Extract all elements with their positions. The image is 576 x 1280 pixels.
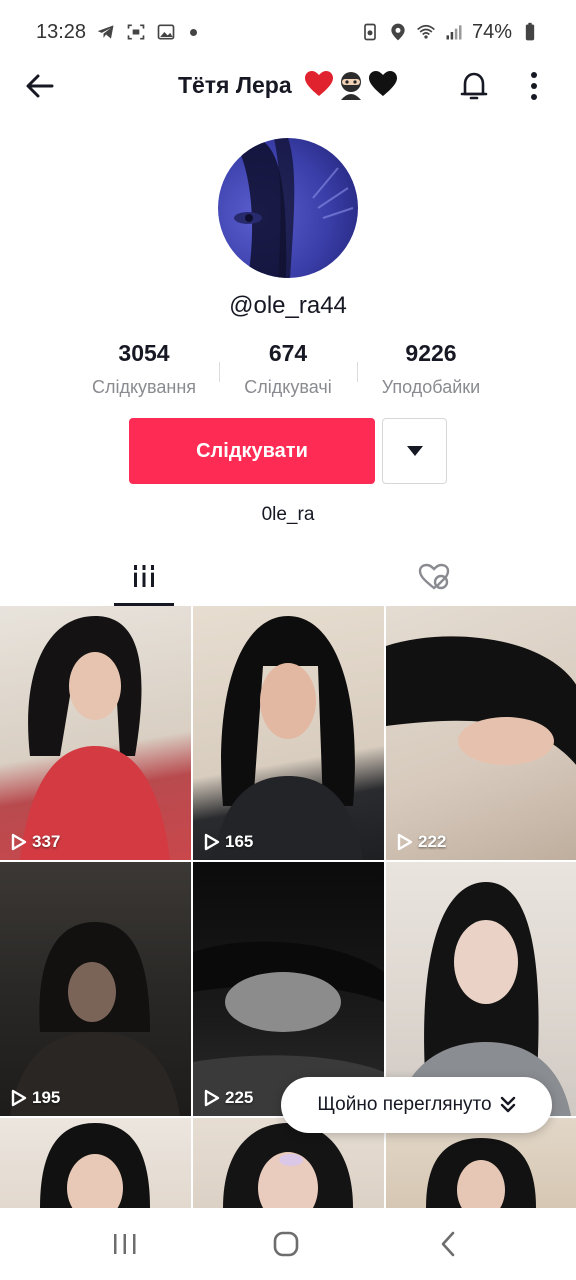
video-thumbnail-image	[20, 616, 170, 860]
gallery-icon	[157, 24, 175, 40]
play-outline-icon	[204, 1089, 220, 1107]
video-thumbnail-image	[386, 636, 576, 765]
more-options-button[interactable]	[520, 68, 548, 104]
notifications-button[interactable]	[456, 68, 492, 104]
stat-likes[interactable]: 9226 Уподобайки	[368, 340, 494, 398]
more-vertical-icon	[531, 72, 537, 100]
battery-saver-icon	[364, 23, 376, 41]
avatar-image	[234, 138, 354, 278]
play-outline-icon	[11, 1089, 27, 1107]
stat-divider	[357, 362, 358, 382]
following-count: 3054	[118, 340, 170, 366]
bell-icon	[460, 72, 488, 100]
status-time: 13:28	[36, 20, 87, 43]
status-bar: 13:28 74%	[0, 0, 576, 64]
view-count-text: 337	[32, 832, 61, 851]
video-thumbnail[interactable]: 165	[193, 606, 384, 860]
view-count: 165	[203, 832, 253, 852]
view-count-text: 222	[418, 832, 447, 851]
location-icon	[391, 23, 405, 41]
bio: 0le_ra	[261, 504, 315, 525]
home-icon	[273, 1231, 299, 1257]
system-back-button[interactable]	[428, 1228, 468, 1260]
video-thumbnail-image	[40, 1123, 150, 1208]
avatar[interactable]	[218, 138, 358, 278]
home-button[interactable]	[266, 1228, 306, 1260]
view-count: 337	[10, 832, 60, 852]
play-outline-icon	[11, 833, 27, 851]
wifi-icon	[417, 24, 435, 39]
tab-liked-videos[interactable]	[404, 548, 464, 606]
view-count: 222	[396, 832, 446, 852]
recent-apps-icon	[114, 1234, 136, 1254]
ninja-icon	[341, 72, 362, 100]
just-watched-button[interactable]: Щойно переглянуто	[281, 1077, 552, 1133]
hidden-heart-icon	[418, 563, 450, 590]
video-thumbnail[interactable]: 222	[386, 606, 576, 860]
notification-dot-icon	[190, 28, 198, 36]
video-thumbnail[interactable]: 337	[0, 606, 191, 860]
likes-count: 9226	[405, 340, 457, 366]
battery-percent: 74%	[471, 20, 512, 43]
view-count-text: 195	[32, 1088, 61, 1107]
just-watched-label: Щойно переглянуто	[317, 1094, 492, 1115]
video-thumbnail[interactable]: 195	[0, 862, 191, 1116]
likes-label: Уподобайки	[381, 377, 481, 397]
caret-down-icon	[406, 446, 423, 456]
system-navigation-bar	[0, 1208, 576, 1280]
red-heart-icon	[305, 71, 334, 96]
followers-label: Слідкувачі	[244, 377, 332, 397]
recent-apps-button[interactable]	[105, 1228, 145, 1260]
follow-button[interactable]: Слідкувати	[129, 418, 375, 484]
stat-following[interactable]: 3054 Слідкування	[80, 340, 208, 398]
view-count: 195	[10, 1088, 60, 1108]
telegram-icon	[97, 25, 114, 39]
followers-count: 674	[268, 340, 308, 366]
view-count: 225	[203, 1088, 253, 1108]
top-nav: Тётя Лера	[0, 64, 576, 108]
grid-lines-icon	[131, 564, 157, 587]
view-count-text: 225	[225, 1088, 254, 1107]
following-label: Слідкування	[91, 377, 197, 397]
username: @ole_ra44	[229, 292, 347, 319]
profile-stats: 3054 Слідкування 674 Слідкувачі 9226 Упо…	[0, 340, 576, 402]
suggested-accounts-button[interactable]	[382, 418, 447, 484]
view-count-text: 165	[225, 832, 254, 851]
stat-followers[interactable]: 674 Слідкувачі	[232, 340, 344, 398]
signal-icon	[446, 25, 462, 40]
play-outline-icon	[397, 833, 413, 851]
black-heart-icon	[369, 71, 398, 96]
chevron-left-icon	[441, 1231, 455, 1257]
stat-divider	[219, 362, 220, 382]
video-thumbnail-image	[10, 922, 180, 1116]
double-chevron-down-icon	[500, 1096, 515, 1113]
video-thumbnail-image	[213, 616, 363, 860]
battery-icon	[525, 22, 535, 41]
play-outline-icon	[204, 833, 220, 851]
profile-tabs	[0, 548, 576, 606]
screenshot-icon	[127, 24, 145, 40]
profile-display-name: Тётя Лера	[177, 71, 292, 98]
video-thumbnail[interactable]	[0, 1118, 191, 1208]
tab-videos[interactable]	[114, 548, 174, 606]
